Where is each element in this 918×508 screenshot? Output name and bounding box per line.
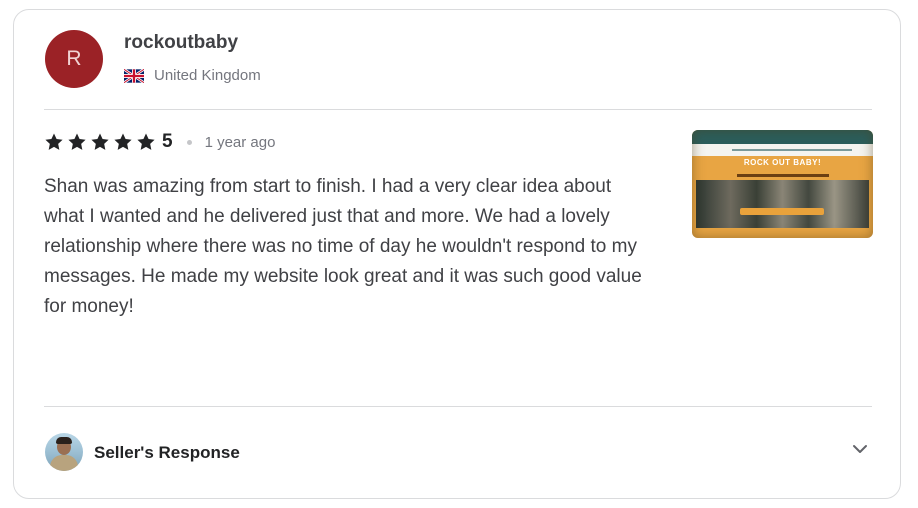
review-time: 1 year ago — [204, 133, 276, 151]
rating-value: 5 — [162, 131, 173, 152]
seller-avatar — [45, 433, 83, 471]
country-name: United Kingdom — [154, 67, 261, 84]
avatar-initial: R — [66, 47, 82, 70]
rating-row: 5 1 year ago — [44, 130, 275, 154]
separator-dot — [186, 139, 192, 145]
star-icon — [68, 133, 86, 150]
seller-response-label[interactable]: Seller's Response — [94, 443, 240, 463]
seller-avatar-body — [50, 455, 78, 471]
uk-flag-icon — [124, 68, 144, 83]
delivery-thumbnail[interactable]: ROCK OUT BABY! — [692, 130, 873, 238]
divider — [44, 109, 872, 110]
chevron-down-icon[interactable] — [850, 439, 870, 459]
reviewer-country: United Kingdom — [124, 67, 261, 84]
divider — [44, 406, 872, 407]
star-icon — [137, 133, 155, 150]
star-icon — [45, 133, 63, 150]
star-icon — [114, 133, 132, 150]
reviewer-username: rockoutbaby — [124, 32, 239, 53]
review-card: R rockoutbaby United Kingdom 5 1 year ag… — [13, 9, 901, 499]
star-rating — [44, 132, 156, 152]
star-icon — [91, 133, 109, 150]
thumbnail-frame — [692, 130, 873, 238]
review-text: Shan was amazing from start to finish. I… — [44, 176, 642, 317]
seller-avatar-hair — [56, 437, 72, 444]
reviewer-avatar: R — [45, 30, 103, 88]
